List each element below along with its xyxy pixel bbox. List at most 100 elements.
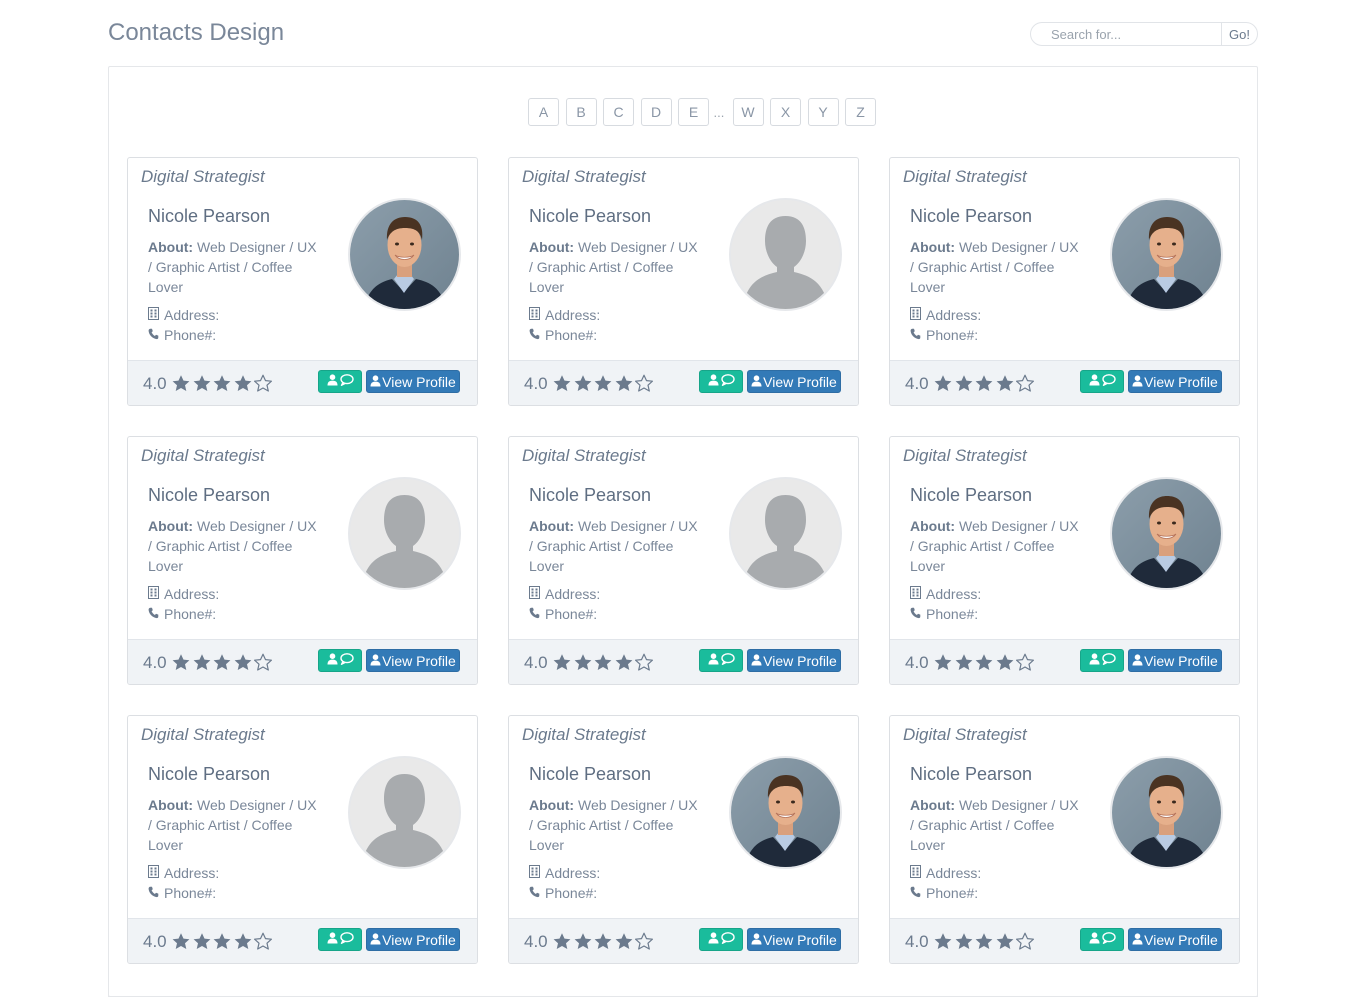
message-button[interactable]: [318, 649, 362, 672]
phone-label: Phone#:: [545, 606, 598, 622]
building-icon: [910, 307, 926, 323]
avatar: [1110, 198, 1223, 311]
address-row: Address:: [910, 307, 981, 323]
view-profile-label: View Profile: [763, 373, 837, 390]
view-profile-button[interactable]: View Profile: [747, 649, 841, 672]
address-row: Address:: [529, 307, 600, 323]
avatar: [729, 477, 842, 590]
letter-filter-e[interactable]: E: [678, 98, 709, 126]
building-icon: [148, 307, 164, 323]
view-profile-button[interactable]: View Profile: [366, 649, 460, 672]
comment-icon: [339, 653, 354, 668]
star-icon: [614, 653, 635, 676]
phone-row: Phone#:: [148, 885, 216, 901]
user-icon: [327, 653, 338, 668]
address-row: Address:: [148, 865, 219, 881]
message-button[interactable]: [318, 928, 362, 951]
message-button[interactable]: [1080, 649, 1124, 672]
contact-about: About: Web Designer / UX / Graphic Artis…: [910, 795, 1080, 855]
contact-name: Nicole Pearson: [148, 206, 271, 226]
address-row: Address:: [910, 865, 981, 881]
letter-filter-x[interactable]: X: [770, 98, 801, 126]
contact-role: Digital Strategist: [522, 725, 646, 744]
rating-value: 4.0: [143, 932, 167, 951]
letter-filter-a[interactable]: A: [528, 98, 559, 126]
card-footer: 4.0 View Profile: [890, 360, 1239, 405]
message-button[interactable]: [699, 928, 743, 951]
user-icon: [708, 932, 719, 947]
contact-card: Digital Strategist Nicole Pearson About: W…: [127, 157, 478, 406]
view-profile-button[interactable]: View Profile: [747, 928, 841, 951]
star-icon: [954, 653, 975, 676]
view-profile-button[interactable]: View Profile: [1128, 928, 1222, 951]
card-footer: 4.0 View Profile: [128, 639, 477, 684]
avatar: [348, 198, 461, 311]
rating-value: 4.0: [905, 932, 929, 951]
view-profile-button[interactable]: View Profile: [366, 928, 460, 951]
address-label: Address:: [164, 865, 220, 881]
view-profile-button[interactable]: View Profile: [1128, 649, 1222, 672]
go-button[interactable]: Go!: [1221, 22, 1258, 46]
view-profile-button[interactable]: View Profile: [366, 370, 460, 393]
search-input[interactable]: [1030, 22, 1221, 46]
comment-icon: [1101, 374, 1116, 389]
contact-role: Digital Strategist: [141, 167, 265, 186]
card-footer: 4.0 View Profile: [128, 918, 477, 963]
user-icon: [370, 653, 382, 669]
rating-value: 4.0: [143, 653, 167, 672]
star-icon: [954, 374, 975, 397]
rating-value: 4.0: [905, 374, 929, 393]
star-icon: [212, 932, 233, 955]
star-icon: [974, 653, 995, 676]
view-profile-label: View Profile: [382, 373, 456, 390]
about-label: About:: [910, 239, 956, 255]
letter-filter-b[interactable]: B: [565, 98, 597, 126]
view-profile-button[interactable]: View Profile: [747, 370, 841, 393]
letter-filter-c[interactable]: C: [603, 98, 634, 126]
about-label: About:: [910, 797, 956, 813]
user-icon: [1132, 653, 1144, 669]
view-profile-button[interactable]: View Profile: [1128, 370, 1222, 393]
contact-role: Digital Strategist: [903, 167, 1027, 186]
user-icon: [370, 374, 382, 390]
phone-icon: [148, 327, 164, 343]
address-label: Address:: [545, 307, 601, 323]
phone-icon: [910, 885, 926, 901]
address-row: Address:: [148, 586, 219, 602]
letter-filter-d[interactable]: D: [640, 98, 672, 126]
address-label: Address:: [926, 865, 982, 881]
contact-card: Digital Strategist Nicole Pearson About: W…: [508, 436, 859, 685]
star-icon: [171, 932, 192, 955]
address-row: Address:: [148, 307, 219, 323]
contact-card: Digital Strategist Nicole Pearson About: W…: [889, 157, 1240, 406]
comment-icon: [720, 653, 735, 668]
star-rating: [171, 932, 274, 955]
rating-value: 4.0: [143, 374, 167, 393]
rating-value: 4.0: [905, 653, 929, 672]
phone-label: Phone#:: [545, 885, 598, 901]
contact-about: About: Web Designer / UX / Graphic Artis…: [910, 516, 1080, 576]
message-button[interactable]: [1080, 370, 1124, 393]
message-button[interactable]: [699, 370, 743, 393]
contact-name: Nicole Pearson: [148, 485, 271, 505]
contact-card: Digital Strategist Nicole Pearson About: W…: [889, 715, 1240, 964]
phone-row: Phone#:: [910, 327, 978, 343]
address-label: Address:: [545, 865, 601, 881]
contact-name: Nicole Pearson: [910, 206, 1033, 226]
phone-icon: [148, 606, 164, 622]
message-button[interactable]: [318, 370, 362, 393]
message-button[interactable]: [699, 649, 743, 672]
star-outline-icon: [634, 374, 655, 397]
letter-filter-y[interactable]: Y: [807, 98, 839, 126]
about-label: About:: [529, 797, 575, 813]
letter-filter-z[interactable]: Z: [845, 98, 876, 126]
letter-filter-w[interactable]: W: [732, 98, 764, 126]
star-outline-icon: [253, 932, 274, 955]
message-button[interactable]: [1080, 928, 1124, 951]
avatar: [348, 756, 461, 869]
contact-name: Nicole Pearson: [529, 485, 652, 505]
address-label: Address:: [926, 586, 982, 602]
phone-row: Phone#:: [910, 885, 978, 901]
building-icon: [529, 586, 545, 602]
comment-icon: [339, 374, 354, 389]
